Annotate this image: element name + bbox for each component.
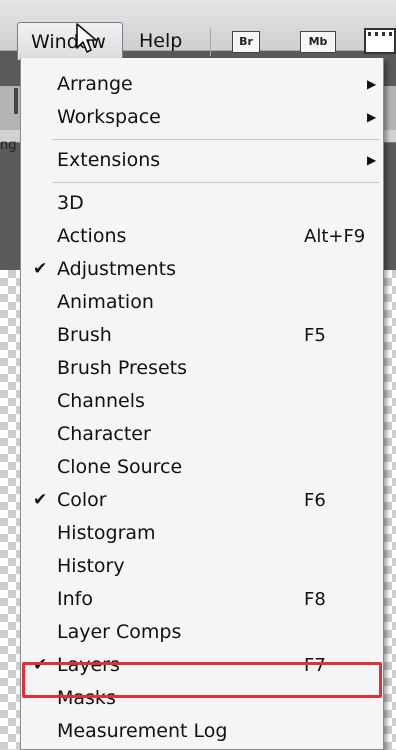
menu-item-character[interactable]: Character (21, 418, 383, 451)
menu-item-label: Layer Comps (57, 621, 182, 643)
menu-bar: Window Help Br Mb (0, 0, 396, 60)
menu-item-label: Actions (57, 225, 127, 247)
menu-item-measurement-log[interactable]: Measurement Log (21, 715, 383, 748)
menu-item-actions[interactable]: Actions Alt+F9 (21, 220, 383, 253)
menu-item-label: Workspace (57, 106, 161, 128)
menu-window[interactable]: Window (17, 22, 123, 60)
checkmark-icon: ✔ (33, 490, 48, 510)
document-tab-label: ng (0, 138, 17, 153)
layers-highlight-box (22, 662, 382, 698)
menu-item-channels[interactable]: Channels (21, 385, 383, 418)
mini-bridge-button[interactable]: Mb (300, 31, 336, 53)
menu-item-color[interactable]: ✔ Color F6 (21, 484, 383, 517)
menubar-divider (210, 28, 211, 56)
menu-item-animation[interactable]: Animation (21, 286, 383, 319)
menu-item-workspace[interactable]: Workspace ▶ (21, 101, 383, 134)
menu-item-history[interactable]: History (21, 550, 383, 583)
menu-item-label: History (57, 555, 125, 577)
menu-item-label: Brush (57, 324, 112, 346)
film-strip-icon[interactable] (364, 28, 396, 54)
checkmark-icon: ✔ (33, 259, 48, 279)
menu-item-label: Extensions (57, 149, 161, 171)
menu-item-label: Info (57, 588, 93, 610)
menu-item-label: Animation (57, 291, 154, 313)
window-dropdown-menu: Arrange ▶ Workspace ▶ Extensions ▶ 3D Actions… (20, 58, 384, 750)
menu-item-info[interactable]: Info F8 (21, 583, 383, 616)
menu-item-shortcut: F8 (304, 589, 326, 610)
menu-item-label: Brush Presets (57, 357, 188, 379)
menu-item-label: Histogram (57, 522, 156, 544)
menu-item-extensions[interactable]: Extensions ▶ (21, 144, 383, 177)
menu-help[interactable]: Help (139, 22, 182, 60)
menu-item-layer-comps[interactable]: Layer Comps (21, 616, 383, 649)
menu-item-brush-presets[interactable]: Brush Presets (21, 352, 383, 385)
menu-item-label: Arrange (57, 73, 133, 95)
menu-item-shortcut: F6 (304, 490, 326, 511)
menu-item-shortcut: Alt+F9 (304, 226, 366, 247)
mouse-pointer-icon (76, 23, 97, 53)
menu-item-label: 3D (57, 192, 84, 214)
menu-separator (21, 177, 383, 187)
menu-item-3d[interactable]: 3D (21, 187, 383, 220)
options-bar-grip (14, 88, 18, 114)
menu-item-arrange[interactable]: Arrange ▶ (21, 68, 383, 101)
submenu-arrow-icon: ▶ (367, 77, 377, 91)
menu-item-shortcut: F5 (304, 325, 326, 346)
menu-item-label: Adjustments (57, 258, 176, 280)
submenu-arrow-icon: ▶ (367, 153, 377, 167)
menu-item-label: Character (57, 423, 151, 445)
menu-item-adjustments[interactable]: ✔ Adjustments (21, 253, 383, 286)
menu-item-label: Measurement Log (57, 720, 228, 742)
menu-item-clone-source[interactable]: Clone Source (21, 451, 383, 484)
menu-item-histogram[interactable]: Histogram (21, 517, 383, 550)
menu-item-label: Channels (57, 390, 145, 412)
menu-item-label: Color (57, 489, 107, 511)
bridge-button[interactable]: Br (232, 31, 260, 53)
menu-item-brush[interactable]: Brush F5 (21, 319, 383, 352)
menu-separator (21, 134, 383, 144)
submenu-arrow-icon: ▶ (367, 110, 377, 124)
menu-item-label: Clone Source (57, 456, 183, 478)
